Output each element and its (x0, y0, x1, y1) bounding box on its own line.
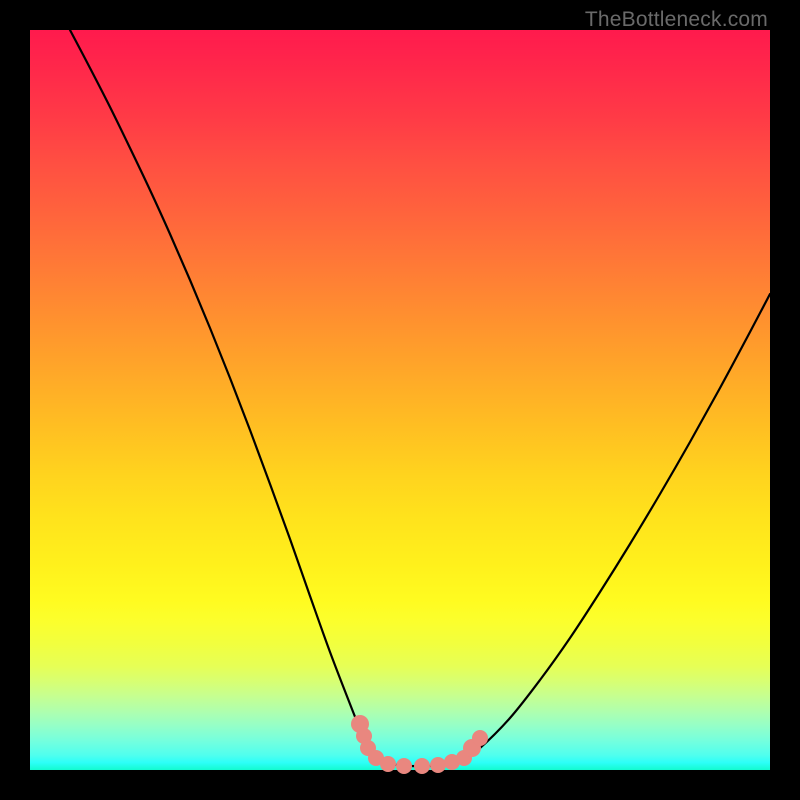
watermark-text: TheBottleneck.com (585, 8, 768, 32)
chart-canvas: TheBottleneck.com (0, 0, 800, 800)
gradient-background (30, 30, 770, 770)
